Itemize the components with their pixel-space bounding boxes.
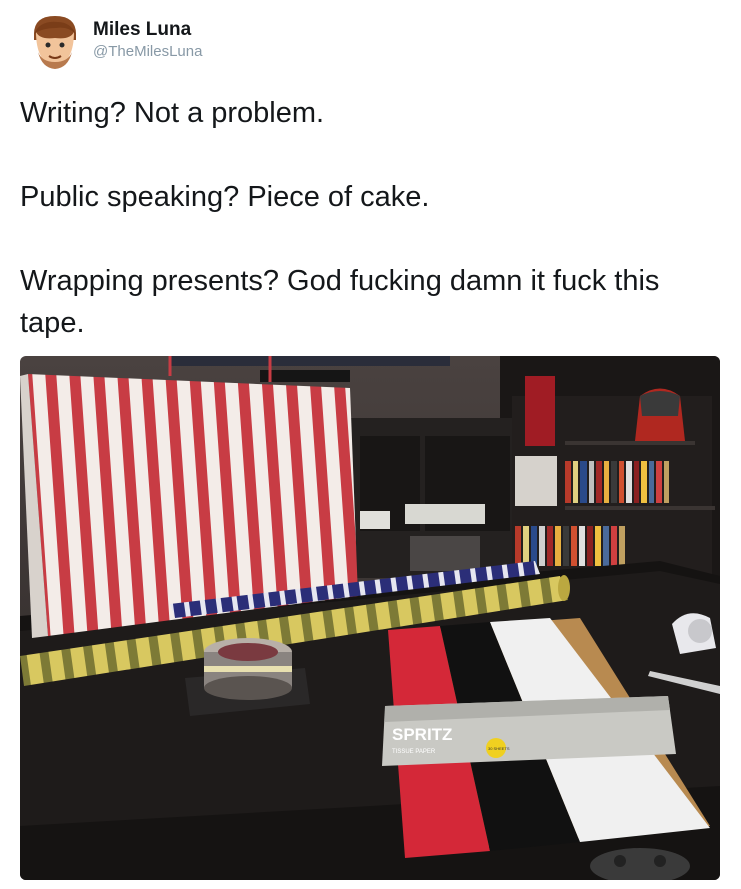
avatar[interactable]: [30, 12, 80, 72]
user-handle[interactable]: @TheMilesLuna: [93, 42, 202, 62]
sheet-count-badge: 30 SHEETS: [488, 746, 510, 751]
tweet-header: Miles Luna @TheMilesLuna: [30, 12, 202, 72]
tweet-line: Public speaking? Piece of cake.: [20, 181, 430, 213]
tweet-line: Writing? Not a problem.: [20, 97, 325, 129]
spritz-label: SPRITZ: [392, 725, 452, 744]
tweet-line: Wrapping presents? God fucking damn it f…: [20, 265, 660, 339]
tweet-photo[interactable]: SPRITZ TISSUE PAPER 30 SHEETS: [20, 356, 720, 880]
tissue-paper-label: TISSUE PAPER: [392, 749, 436, 755]
tweet-text: Writing? Not a problem. Public speaking?…: [20, 92, 720, 344]
display-name[interactable]: Miles Luna: [93, 18, 202, 42]
